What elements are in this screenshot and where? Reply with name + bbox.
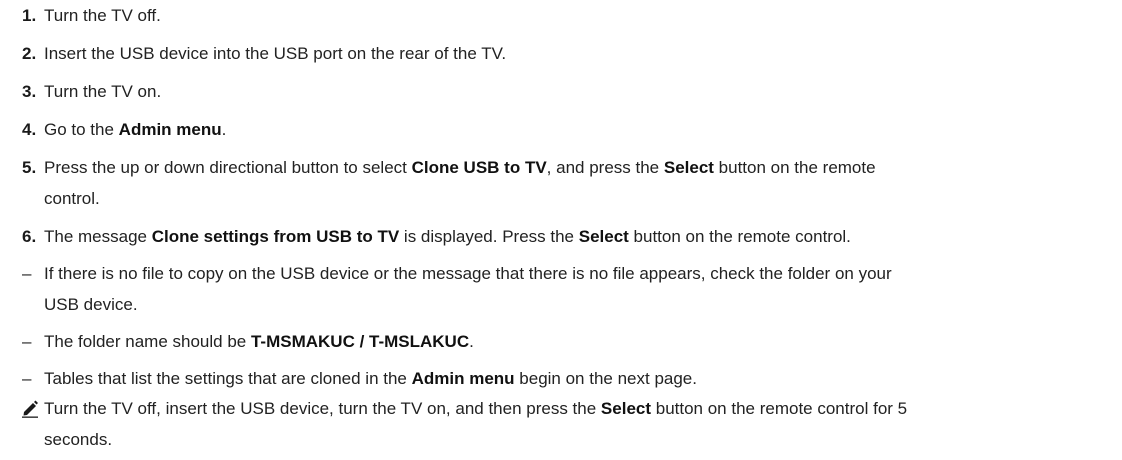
step-number: 3. [22, 82, 37, 101]
step-number: 6. [22, 227, 37, 246]
note-text: The folder name should be T-MSMAKUC / T-… [44, 332, 474, 351]
option-name: Clone USB to TV [411, 158, 547, 177]
step-number: 1. [22, 6, 37, 25]
pencil-icon [22, 400, 38, 418]
message-name: Clone settings from USB to TV [151, 227, 400, 246]
dash-marker: – [22, 332, 32, 351]
button-name: Select [600, 399, 652, 418]
step-text: Turn the TV on. [44, 82, 162, 101]
dash-marker: – [22, 369, 32, 388]
menu-name: Admin menu [411, 369, 515, 388]
step-text: Turn the TV off. [44, 6, 161, 25]
note-text: USB device. [44, 295, 138, 314]
step-text: Press the up or down directional button … [44, 158, 876, 177]
folder-name: T-MSMAKUC / T-MSLAKUC [250, 332, 470, 351]
step-text: The message Clone settings from USB to T… [44, 227, 851, 246]
note-text: Tables that list the settings that are c… [44, 369, 697, 388]
step-number: 5. [22, 158, 37, 177]
step-text: Go to the Admin menu. [44, 120, 227, 139]
step-text: Insert the USB device into the USB port … [44, 44, 507, 63]
step-number: 2. [22, 44, 37, 63]
step-text: control. [44, 189, 100, 208]
dash-marker: – [22, 264, 32, 283]
menu-name: Admin menu [118, 120, 222, 139]
button-name: Select [578, 227, 629, 246]
tip-text: Turn the TV off, insert the USB device, … [44, 399, 908, 418]
tip-text: seconds. [44, 430, 113, 449]
note-text: If there is no file to copy on the USB d… [44, 264, 892, 283]
button-name: Select [663, 158, 714, 177]
step-number: 4. [22, 120, 37, 139]
